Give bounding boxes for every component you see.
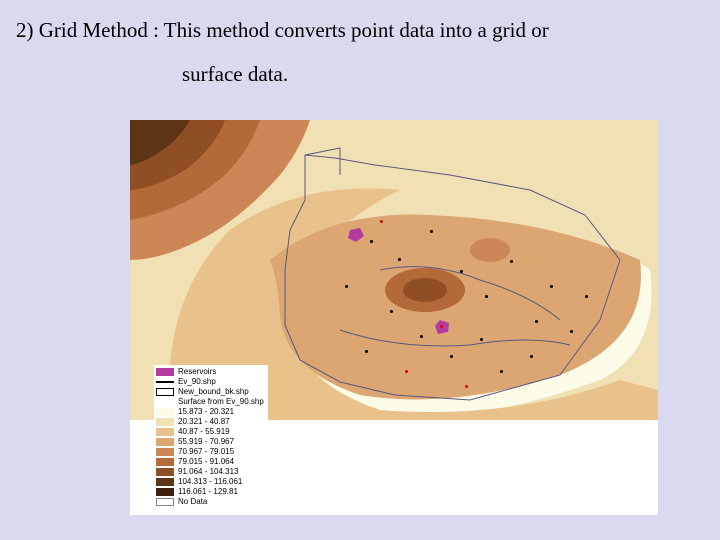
legend-row: 79.015 - 91.064 [156,457,264,467]
class-swatch [156,438,174,446]
sample-point [370,240,373,243]
sample-point [365,350,368,353]
sample-point [405,370,408,373]
legend-label: 91.064 - 104.313 [178,467,239,477]
sample-point [500,370,503,373]
sample-point [480,338,483,341]
legend-label: 55.919 - 70.967 [178,437,234,447]
sample-point [485,295,488,298]
legend-row: 104.313 - 116.061 [156,477,264,487]
class-swatch [156,498,174,506]
class-swatch [156,458,174,466]
legend-row: 40.87 - 55.919 [156,427,264,437]
legend-row: 15.873 - 20.321 [156,407,264,417]
legend-label: Surface from Ev_90.shp [178,397,264,407]
sample-point [530,355,533,358]
class-swatch [156,408,174,416]
sample-point [450,355,453,358]
legend-row: New_bound_bk.shp [156,387,264,397]
legend-row: 116.061 - 129.81 [156,487,264,497]
sample-point [460,270,463,273]
sample-point [585,295,588,298]
class-swatch [156,468,174,476]
point-swatch [156,381,174,383]
sample-point [510,260,513,263]
sample-point [570,330,573,333]
legend-label: No Data [178,497,207,507]
interpolated-surface-map: Reservoirs Ev_90.shp New_bound_bk.shp Su… [130,120,658,515]
sample-point [380,220,383,223]
sample-point [440,325,443,328]
legend-row: 55.919 - 70.967 [156,437,264,447]
legend-label: 40.87 - 55.919 [178,427,230,437]
legend-label: 20.321 - 40.87 [178,417,230,427]
legend-row: 70.967 - 79.015 [156,447,264,457]
legend-row: 91.064 - 104.313 [156,467,264,477]
boundary-swatch [156,388,174,396]
legend-label: 70.967 - 79.015 [178,447,234,457]
sample-point [345,285,348,288]
class-swatch [156,448,174,456]
sample-point [398,258,401,261]
sample-point [465,385,468,388]
legend-row: 20.321 - 40.87 [156,417,264,427]
class-swatch [156,428,174,436]
legend-row: Ev_90.shp [156,377,264,387]
grid-method-figure: Reservoirs Ev_90.shp New_bound_bk.shp Su… [130,120,658,515]
legend-label: 104.313 - 116.061 [178,477,242,487]
sample-point [550,285,553,288]
heading-line-2: surface data. [182,62,288,87]
sample-point [390,310,393,313]
map-legend: Reservoirs Ev_90.shp New_bound_bk.shp Su… [154,365,268,509]
legend-header: Surface from Ev_90.shp [156,397,264,407]
legend-row: No Data [156,497,264,507]
legend-label: 79.015 - 91.064 [178,457,234,467]
sample-point [420,335,423,338]
sample-point [535,320,538,323]
legend-label: 116.061 - 129.81 [178,487,238,497]
legend-label: 15.873 - 20.321 [178,407,234,417]
legend-label: Ev_90.shp [178,377,216,387]
reservoir-swatch [156,368,174,376]
slide: 2) Grid Method : This method converts po… [0,0,720,540]
legend-row: Reservoirs [156,367,264,377]
legend-label: New_bound_bk.shp [178,387,249,397]
heading-line-1: 2) Grid Method : This method converts po… [16,18,549,43]
legend-label: Reservoirs [178,367,216,377]
class-swatch [156,488,174,496]
sample-point [430,230,433,233]
class-swatch [156,478,174,486]
class-swatch [156,418,174,426]
